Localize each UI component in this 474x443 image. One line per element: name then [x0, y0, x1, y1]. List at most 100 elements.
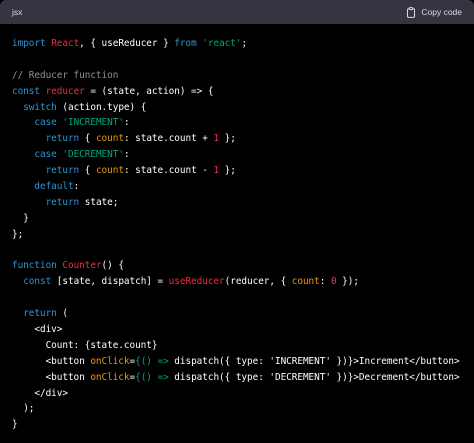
- code-line: switch (action.type) {: [12, 100, 460, 116]
- code-token: (action.type) {: [56, 101, 147, 113]
- code-token: Counter: [62, 260, 102, 272]
- code-token: </div>: [12, 387, 68, 399]
- code-token: {: [79, 133, 96, 145]
- code-block-header: jsx Copy code: [0, 0, 474, 24]
- code-token: ;: [241, 38, 248, 49]
- code-token: () {: [101, 260, 124, 272]
- code-line: };: [12, 227, 460, 243]
- code-token: count: [291, 276, 320, 288]
- code-token: const: [12, 85, 40, 97]
- clipboard-icon: [406, 6, 416, 18]
- code-line: }: [12, 211, 460, 227]
- code-token: <button: [12, 371, 91, 383]
- code-token: onClick: [90, 371, 130, 383]
- copy-code-button[interactable]: Copy code: [406, 6, 462, 18]
- code-line: function Counter() {: [12, 258, 460, 274]
- code-line: }: [12, 417, 460, 433]
- code-token: <div>: [12, 324, 63, 336]
- code-token: return: [45, 165, 80, 177]
- code-line: );: [12, 401, 460, 417]
- code-token: import: [12, 38, 46, 49]
- code-line: return { count: state.count + 1 };: [12, 131, 460, 147]
- code-line: return { count: state.count - 1 };: [12, 163, 460, 179]
- code-token: from: [174, 38, 197, 49]
- code-token: useReducer: [168, 276, 225, 288]
- code-line: const [state, dispatch] = useReducer(red…: [12, 274, 460, 290]
- code-token: :: [123, 117, 130, 129]
- code-area: import React, { useReducer } from 'react…: [12, 36, 460, 433]
- code-token: // Reducer function: [12, 69, 119, 81]
- code-token: };: [219, 165, 236, 177]
- code-token: :: [319, 276, 331, 288]
- code-token: <button: [12, 355, 91, 367]
- code-token: dispatch({ type: 'DECREMENT' })}>Decreme…: [168, 371, 460, 383]
- code-line: case 'INCREMENT':: [12, 115, 460, 131]
- code-token: : state.count +: [123, 133, 214, 145]
- code-token: = (state, action) => {: [84, 85, 214, 97]
- code-token: case: [34, 149, 57, 161]
- code-token: :: [73, 181, 80, 193]
- code-line: // Reducer function: [12, 68, 460, 84]
- code-line: const reducer = (state, action) => {: [12, 84, 460, 100]
- code-line: case 'DECREMENT':: [12, 147, 460, 163]
- code-token: function: [12, 260, 57, 272]
- code-token: };: [12, 228, 24, 240]
- code-token: case: [34, 117, 57, 129]
- code-line: Count: {state.count}: [12, 338, 460, 354]
- code-token: }: [12, 212, 29, 224]
- code-token: 'INCREMENT': [62, 117, 124, 129]
- code-token: dispatch({ type: 'INCREMENT' })}>Increme…: [168, 355, 460, 367]
- code-token: , { useReducer }: [79, 38, 175, 49]
- code-line: <button onClick={() => dispatch({ type: …: [12, 370, 460, 386]
- code-line: <button onClick={() => dispatch({ type: …: [12, 354, 460, 370]
- copy-code-label: Copy code: [421, 7, 462, 17]
- code-token: });: [336, 276, 359, 288]
- code-line: import React, { useReducer } from 'react…: [12, 36, 460, 52]
- code-token: return: [45, 196, 80, 208]
- code-token: count: [95, 165, 124, 177]
- code-token: };: [219, 133, 236, 145]
- code-token: onClick: [90, 355, 130, 367]
- code-token: 'react': [202, 38, 242, 49]
- code-token: switch: [23, 101, 57, 113]
- code-line: </div>: [12, 386, 460, 402]
- language-label: jsx: [12, 7, 23, 17]
- code-line: return state;: [12, 195, 460, 211]
- code-token: }: [12, 419, 18, 431]
- code-token: {() =>: [135, 371, 169, 383]
- code-token: return: [45, 133, 80, 145]
- code-token: state;: [79, 196, 119, 208]
- code-line: <div>: [12, 322, 460, 338]
- code-token: 'DECREMENT': [62, 149, 124, 161]
- code-block: jsx Copy code import React, { useReducer…: [0, 0, 474, 443]
- code-token: :: [123, 149, 130, 161]
- code-token: reducer: [45, 85, 85, 97]
- code-token: default: [34, 181, 74, 193]
- code-token: count: [95, 133, 124, 145]
- code-line: return (: [12, 306, 460, 322]
- code-token: {: [79, 165, 96, 177]
- code-token: return: [23, 308, 57, 320]
- code-token: {() =>: [135, 355, 169, 367]
- code-token: [state, dispatch] =: [51, 276, 169, 288]
- code-token: : state.count -: [123, 165, 214, 177]
- code-token: (: [56, 308, 68, 320]
- code-token: );: [12, 403, 35, 415]
- code-token: const: [23, 276, 52, 288]
- code-token: Count: {state.count}: [12, 339, 158, 351]
- code-line: default:: [12, 179, 460, 195]
- code-token: (reducer, {: [224, 276, 292, 288]
- code-token: React: [51, 38, 80, 49]
